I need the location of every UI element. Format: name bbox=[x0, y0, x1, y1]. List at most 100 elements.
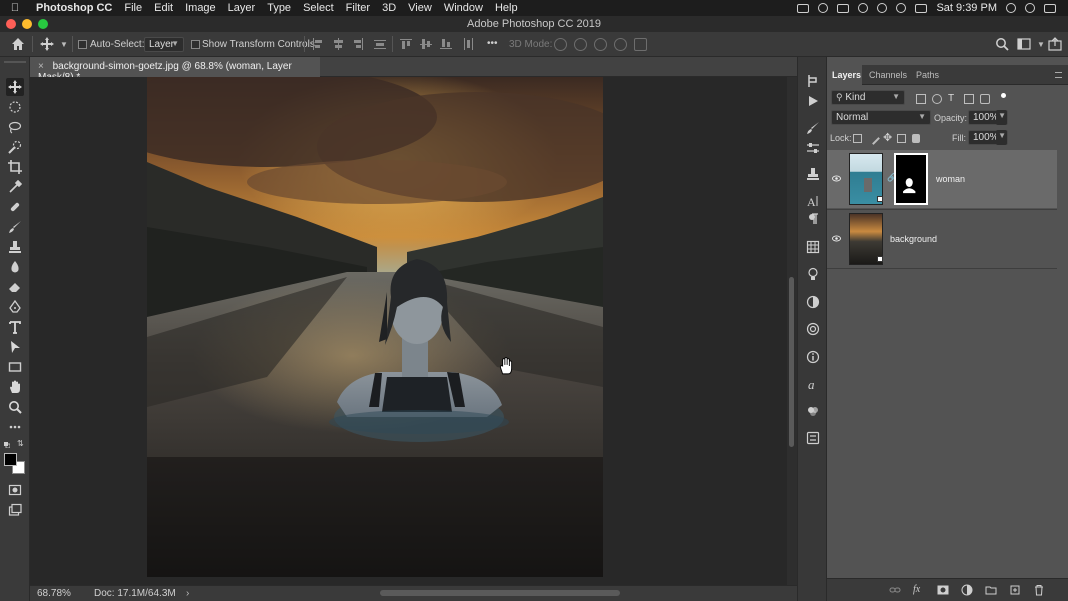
menubar-clock[interactable]: Sat 9:39 PM bbox=[936, 2, 997, 14]
3d-slide-icon[interactable] bbox=[614, 38, 627, 51]
edit-toolbar-icon[interactable] bbox=[6, 418, 24, 436]
brush-tool-icon[interactable] bbox=[6, 218, 24, 236]
distribute-vertical-icon[interactable] bbox=[462, 38, 474, 50]
filter-kind-dropdown[interactable]: ⚲ Kind ▼ bbox=[831, 90, 905, 105]
filter-type-layers-icon[interactable]: T bbox=[948, 94, 958, 104]
layer-style-fx-icon[interactable]: fx bbox=[913, 584, 925, 596]
align-horizontal-centers-icon[interactable] bbox=[332, 38, 344, 50]
default-colors-icon[interactable] bbox=[4, 440, 11, 449]
info-panel-icon[interactable] bbox=[806, 350, 820, 364]
user-icon[interactable] bbox=[1006, 3, 1016, 13]
document-canvas[interactable] bbox=[147, 77, 603, 577]
menu-edit[interactable]: Edit bbox=[148, 2, 179, 14]
align-right-edges-icon[interactable] bbox=[352, 38, 364, 50]
libraries-grid-icon[interactable] bbox=[806, 240, 820, 254]
healing-brush-tool-icon[interactable] bbox=[6, 198, 24, 216]
layer-row-background[interactable]: background bbox=[827, 210, 1057, 268]
new-layer-icon[interactable] bbox=[1009, 584, 1021, 596]
history-brush-tool-icon[interactable] bbox=[6, 258, 24, 276]
actions-play-icon[interactable] bbox=[806, 94, 820, 108]
time-machine-icon[interactable] bbox=[858, 3, 869, 13]
hand-tool-icon[interactable] bbox=[6, 378, 24, 396]
move-tool-icon[interactable] bbox=[6, 78, 24, 96]
spotlight-search-icon[interactable] bbox=[1025, 3, 1035, 13]
adjustment-sliders-icon[interactable] bbox=[806, 141, 820, 155]
layer-mask-thumbnail[interactable] bbox=[894, 153, 928, 205]
lock-artboards-icon[interactable] bbox=[897, 134, 906, 143]
new-group-folder-icon[interactable] bbox=[985, 584, 997, 596]
tab-channels[interactable]: Channels bbox=[869, 70, 907, 80]
tab-layers[interactable]: Layers bbox=[832, 70, 861, 80]
add-layer-mask-icon[interactable] bbox=[937, 584, 949, 596]
camera-icon[interactable] bbox=[837, 3, 850, 13]
close-document-icon[interactable]: × bbox=[38, 61, 44, 72]
align-vertical-centers-icon[interactable] bbox=[420, 38, 432, 50]
auto-select-checkbox[interactable] bbox=[78, 40, 87, 49]
quick-mask-icon[interactable] bbox=[6, 481, 24, 499]
menu-app-name[interactable]: Photoshop CC bbox=[30, 2, 118, 14]
align-bottom-edges-icon[interactable] bbox=[440, 38, 452, 50]
history-panel-icon[interactable] bbox=[806, 74, 820, 88]
lock-transparent-pixels-icon[interactable] bbox=[853, 134, 862, 143]
color-swatches-icon[interactable] bbox=[806, 322, 820, 336]
menu-3d[interactable]: 3D bbox=[376, 2, 402, 14]
layer-row-woman[interactable]: 🔗 woman bbox=[827, 150, 1057, 208]
quick-selection-tool-icon[interactable] bbox=[6, 138, 24, 156]
screen-mirroring-icon[interactable] bbox=[797, 3, 810, 13]
character-panel-icon[interactable]: A bbox=[806, 194, 820, 209]
eye-icon[interactable] bbox=[832, 234, 841, 243]
blend-mode-dropdown[interactable]: Normal ▼ bbox=[831, 110, 931, 125]
align-top-edges-icon[interactable] bbox=[400, 38, 412, 50]
opacity-chevron-down-icon[interactable]: ▼ bbox=[996, 110, 1007, 125]
volume-icon[interactable] bbox=[896, 3, 907, 13]
marquee-tool-icon[interactable] bbox=[6, 98, 24, 116]
rectangle-tool-icon[interactable] bbox=[6, 358, 24, 376]
lock-all-icon[interactable] bbox=[912, 134, 920, 143]
move-tool-preset-icon[interactable] bbox=[40, 37, 54, 51]
eraser-tool-icon[interactable] bbox=[6, 278, 24, 296]
menu-help[interactable]: Help bbox=[489, 2, 524, 14]
distribute-horizontal-icon[interactable] bbox=[374, 38, 386, 50]
type-tool-icon[interactable] bbox=[6, 318, 24, 336]
filter-toggle-icon[interactable] bbox=[1001, 93, 1006, 98]
fill-chevron-down-icon[interactable]: ▼ bbox=[996, 130, 1007, 145]
display-icon[interactable] bbox=[915, 3, 928, 13]
document-tab[interactable]: × background-simon-goetz.jpg @ 68.8% (wo… bbox=[30, 57, 320, 83]
adjustments-icon[interactable] bbox=[806, 295, 820, 309]
new-adjustment-layer-icon[interactable] bbox=[961, 584, 973, 596]
panel-menu-icon[interactable] bbox=[1055, 72, 1062, 78]
lock-image-pixels-icon[interactable] bbox=[867, 132, 880, 145]
properties-panel-icon[interactable] bbox=[806, 431, 820, 445]
menu-select[interactable]: Select bbox=[297, 2, 340, 14]
align-left-edges-icon[interactable] bbox=[312, 38, 324, 50]
tab-paths[interactable]: Paths bbox=[916, 70, 939, 80]
swap-colors-icon[interactable]: ⇅ bbox=[17, 439, 25, 448]
workspace-chevron-down-icon[interactable]: ▼ bbox=[1037, 40, 1045, 49]
crop-tool-icon[interactable] bbox=[6, 158, 24, 176]
filter-pixel-layers-icon[interactable] bbox=[916, 94, 926, 104]
delete-layer-trash-icon[interactable] bbox=[1033, 584, 1045, 596]
show-transform-controls-checkbox[interactable] bbox=[191, 40, 200, 49]
horizontal-scroll-thumb[interactable] bbox=[380, 590, 620, 596]
search-icon[interactable] bbox=[995, 37, 1009, 51]
learn-lightbulb-icon[interactable] bbox=[806, 267, 820, 281]
layer-name-woman[interactable]: woman bbox=[936, 174, 965, 184]
3d-scale-icon[interactable] bbox=[634, 38, 647, 51]
3d-pan-icon[interactable] bbox=[594, 38, 607, 51]
status-info-chevron-icon[interactable]: › bbox=[186, 588, 189, 599]
clone-source-icon[interactable] bbox=[806, 167, 820, 181]
foreground-color-swatch[interactable] bbox=[4, 453, 17, 466]
menu-image[interactable]: Image bbox=[179, 2, 222, 14]
clone-stamp-tool-icon[interactable] bbox=[6, 238, 24, 256]
more-options-icon[interactable]: ••• bbox=[487, 38, 498, 49]
auto-select-target-dropdown[interactable]: Layer ▼ bbox=[144, 37, 184, 52]
home-icon[interactable] bbox=[10, 36, 26, 52]
glyphs-panel-icon[interactable]: a bbox=[806, 377, 820, 392]
zoom-tool-icon[interactable] bbox=[6, 398, 24, 416]
share-icon[interactable] bbox=[1048, 37, 1062, 51]
filter-adjustment-layers-icon[interactable] bbox=[932, 94, 942, 104]
wifi-icon[interactable] bbox=[877, 3, 888, 13]
zoom-level[interactable]: 68.78% bbox=[37, 588, 71, 599]
notification-center-icon[interactable] bbox=[1044, 3, 1056, 13]
lock-position-icon[interactable]: ✥ bbox=[883, 133, 893, 144]
